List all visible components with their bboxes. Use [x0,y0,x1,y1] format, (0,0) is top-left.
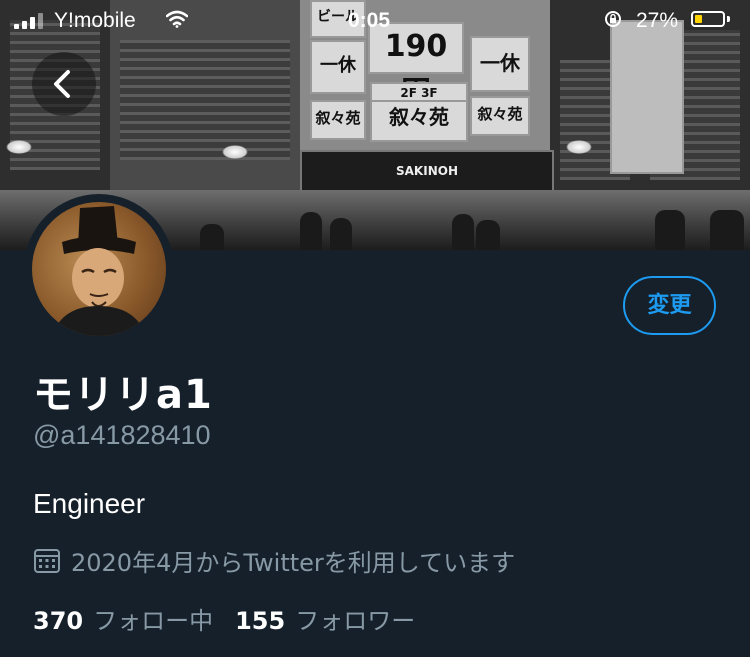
pedestrian [710,210,744,250]
battery-icon [691,11,725,27]
pedestrian [300,212,322,250]
pedestrian [200,224,224,250]
calendar-icon [34,548,60,573]
following-link[interactable]: 370 フォロー中 [33,601,213,636]
pedestrian [655,210,685,250]
user-handle: @a141828410 [33,420,211,450]
battery-level-fill [695,15,702,23]
following-label: フォロー中 [93,607,214,635]
join-date-text: 2020年4月からTwitterを利用しています [71,549,516,577]
follow-stats: 370 フォロー中 155 フォロワー [33,601,437,636]
followers-link[interactable]: 155 フォロワー [235,601,415,636]
banner-sign: 叙々苑 [370,100,468,142]
signal-icon [14,13,44,29]
profile-bio: Engineer [33,488,146,519]
banner-vertical-sign [610,20,684,174]
wifi-icon [166,10,188,28]
banner-sign: 叙々苑 [310,100,366,140]
street-lamp [566,140,592,154]
chevron-left-icon [54,70,70,98]
banner-storefront: SAKINOH [300,150,554,194]
status-bar: Y!mobile 0:05 27% [0,0,750,42]
followers-label: フォロワー [295,607,416,635]
pedestrian [330,218,352,250]
street-lamp [6,140,32,154]
display-name: モリリa1 [33,372,213,418]
battery-nub [727,16,730,22]
banner-sign: 一休 [310,40,366,94]
banner-sign: 叙々苑 [470,96,530,136]
carrier-name: Y!mobile [54,9,136,32]
clock: 0:05 [348,9,391,32]
orientation-lock-icon [605,11,621,27]
building-windows [120,40,290,160]
followers-count: 155 [235,607,286,635]
battery-percent: 27% [636,9,679,32]
pedestrian [476,220,500,250]
avatar-portrait [52,206,146,336]
join-date: 2020年4月からTwitterを利用しています [33,543,515,578]
street-lamp [222,145,248,159]
edit-profile-button[interactable]: 変更 [623,276,716,335]
banner-sign: 一休 [470,36,530,92]
avatar[interactable] [32,202,166,336]
back-button[interactable] [32,52,96,116]
pedestrian [452,214,474,250]
following-count: 370 [33,607,84,635]
